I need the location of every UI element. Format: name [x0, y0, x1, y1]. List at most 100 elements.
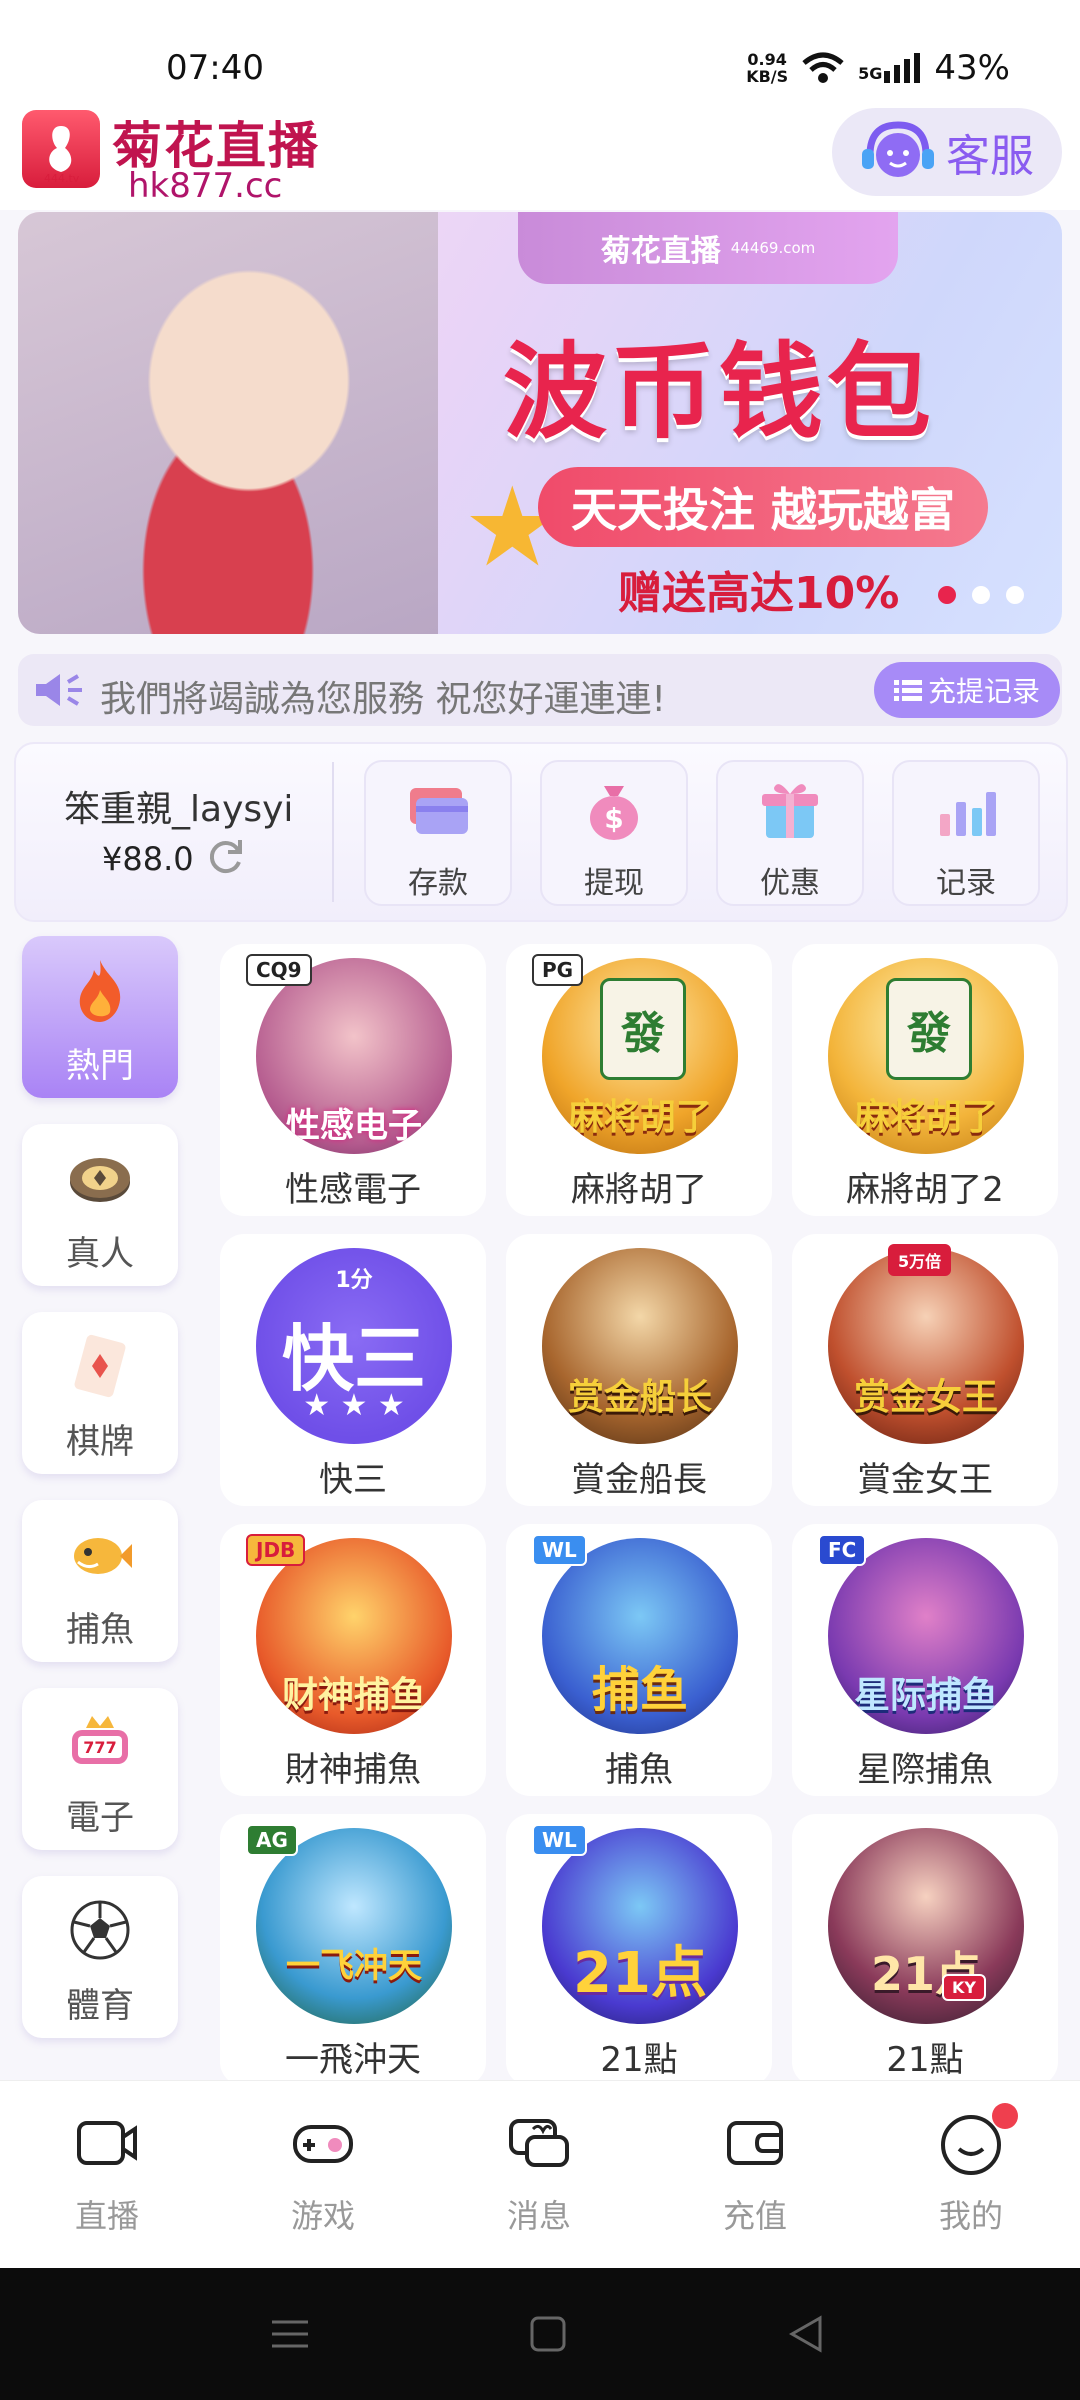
mahjong-tile-icon: 發	[600, 978, 686, 1080]
nav-games[interactable]: 游戏	[248, 2109, 398, 2249]
game-tile[interactable]: 發 麻将胡了 麻將胡了2	[792, 944, 1058, 1216]
game-art: 發 麻将胡了	[828, 958, 1024, 1154]
game-art: 發 麻将胡了	[542, 958, 738, 1154]
game-name: 麻將胡了2	[846, 1170, 1004, 1210]
nav-live[interactable]: 直播	[32, 2109, 182, 2249]
withdraw-button[interactable]: $ 提现	[540, 760, 688, 906]
nav-label: 充值	[722, 2197, 787, 2235]
balance: ¥88.0	[102, 840, 194, 878]
carousel-indicator	[938, 586, 1024, 604]
flame-icon	[79, 960, 121, 1022]
category-sports[interactable]: 體育	[22, 1876, 178, 2038]
category-label: 熱門	[66, 1046, 134, 1086]
category-label: 體育	[66, 1986, 134, 2026]
refresh-icon[interactable]	[204, 836, 246, 878]
game-tile[interactable]: 21点 WL 21點	[506, 1814, 772, 2086]
game-art: 1分 快三 ★ ★ ★	[256, 1248, 452, 1444]
game-name: 一飛沖天	[285, 2040, 421, 2080]
game-tile[interactable]: 赏金船长 賞金船長	[506, 1234, 772, 1506]
deposit-button[interactable]: 存款	[364, 760, 512, 906]
category-hot[interactable]: 熱門	[22, 936, 178, 1098]
game-art-title: 赏金船长	[567, 1377, 712, 1418]
carousel-dot[interactable]	[938, 586, 956, 604]
carousel-dot[interactable]	[972, 586, 990, 604]
category-chess-card[interactable]: 棋牌	[22, 1312, 178, 1474]
banner-brand-url: 44469.com	[730, 239, 816, 257]
game-art-title: 21点	[870, 1947, 981, 2001]
fish-icon	[74, 1538, 132, 1574]
bottom-navigation: 直播 游戏 消息 充值 我的	[0, 2080, 1080, 2269]
provider-badge: AG	[246, 1824, 298, 1856]
gamepad-icon	[293, 2125, 353, 2163]
game-art-title: 赏金女王	[853, 1377, 998, 1418]
game-name: 賞金船長	[571, 1460, 707, 1500]
divider	[332, 762, 334, 902]
withdraw-label: 提现	[584, 866, 644, 901]
provider-badge: PG	[532, 954, 584, 986]
game-tile[interactable]: 赏金女王 5万倍 賞金女王	[792, 1234, 1058, 1506]
category-label: 捕魚	[66, 1610, 134, 1650]
game-tile[interactable]: 發 麻将胡了 PG 麻將胡了	[506, 944, 772, 1216]
game-tile[interactable]: 捕鱼 WL 捕魚	[506, 1524, 772, 1796]
provider-badge: CQ9	[246, 954, 312, 986]
network-speed-value: 0.94	[747, 50, 787, 69]
category-live[interactable]: 真人	[22, 1124, 178, 1286]
game-name: 星際捕魚	[857, 1750, 993, 1790]
banner-model-image	[18, 212, 438, 634]
home-icon[interactable]	[526, 2312, 570, 2356]
nav-recharge[interactable]: 充值	[680, 2109, 830, 2249]
game-tile[interactable]: 性感电子 CQ9 性感電子	[220, 944, 486, 1216]
promotion-label: 优惠	[760, 866, 820, 901]
game-name: 捕魚	[605, 1750, 673, 1790]
list-icon	[893, 680, 922, 701]
wallet-icon	[727, 2121, 783, 2165]
game-tile[interactable]: 星际捕鱼 FC 星際捕魚	[792, 1524, 1058, 1796]
headset-icon	[862, 121, 934, 177]
game-name: 麻將胡了	[571, 1170, 707, 1210]
nav-messages[interactable]: 消息	[464, 2109, 614, 2249]
nav-profile[interactable]: 我的	[896, 2103, 1046, 2249]
category-slots[interactable]: 777 電子	[22, 1688, 178, 1850]
game-tile[interactable]: 1分 快三 ★ ★ ★ 快三	[220, 1234, 486, 1506]
menu-icon[interactable]	[268, 2312, 312, 2356]
game-art-subtitle: 1分	[335, 1268, 373, 1293]
notice-text: 我們將竭誠為您服務 祝您好運連連!	[100, 679, 666, 720]
game-art: 性感电子	[256, 958, 452, 1154]
gift-icon	[762, 784, 818, 838]
status-time: 07:40	[166, 48, 264, 88]
game-art: 21点	[828, 1828, 1024, 2024]
promotion-button[interactable]: 优惠	[716, 760, 864, 906]
logo-subtext: 444.tv	[44, 172, 80, 185]
carousel-dot[interactable]	[1006, 586, 1024, 604]
game-art-title: 捕鱼	[591, 1662, 688, 1718]
money-bag-icon: $	[590, 786, 638, 840]
transaction-record-button[interactable]: 充提记录	[874, 662, 1060, 718]
nav-label: 消息	[506, 2197, 571, 2235]
game-tile[interactable]: 一飞冲天 AG 一飛沖天	[220, 1814, 486, 2086]
signal-icon	[884, 53, 921, 83]
customer-service-button[interactable]: 客服	[832, 108, 1062, 196]
promo-banner[interactable]: 菊花直播 44469.com 波币钱包 ★ 天天投注 越玩越富 赠送高达10%	[18, 212, 1062, 634]
account-panel: 笨重親_laysyi ¥88.0 存款 $ 提现 优惠 记录	[14, 742, 1068, 922]
provider-badge: KY	[942, 1974, 986, 2001]
history-label: 记录	[936, 866, 996, 901]
app-url: hk877.cc	[128, 166, 283, 206]
banner-promo: 赠送高达10%	[618, 568, 900, 619]
game-name: 財神捕魚	[285, 1750, 421, 1790]
category-fishing[interactable]: 捕魚	[22, 1500, 178, 1662]
camera-icon	[77, 2121, 137, 2165]
chat-icon	[509, 2119, 569, 2167]
back-icon[interactable]	[784, 2312, 828, 2356]
game-art: 星际捕鱼	[828, 1538, 1024, 1734]
status-indicators: 0.94 KB/S 5G 43%	[746, 48, 1010, 88]
game-art-title: 一飞冲天	[286, 1946, 422, 1986]
game-tile[interactable]: 21点 KY 21點	[792, 1814, 1058, 2086]
history-button[interactable]: 记录	[892, 760, 1040, 906]
banner-brand: 菊花直播 44469.com	[518, 212, 898, 284]
game-tile[interactable]: 财神捕鱼 JDB 財神捕魚	[220, 1524, 486, 1796]
game-name: 21點	[886, 2040, 964, 2080]
provider-badge: FC	[818, 1534, 867, 1566]
svg-text:$: $	[604, 802, 623, 835]
card-icon	[410, 788, 468, 834]
customer-service-label: 客服	[946, 131, 1034, 182]
